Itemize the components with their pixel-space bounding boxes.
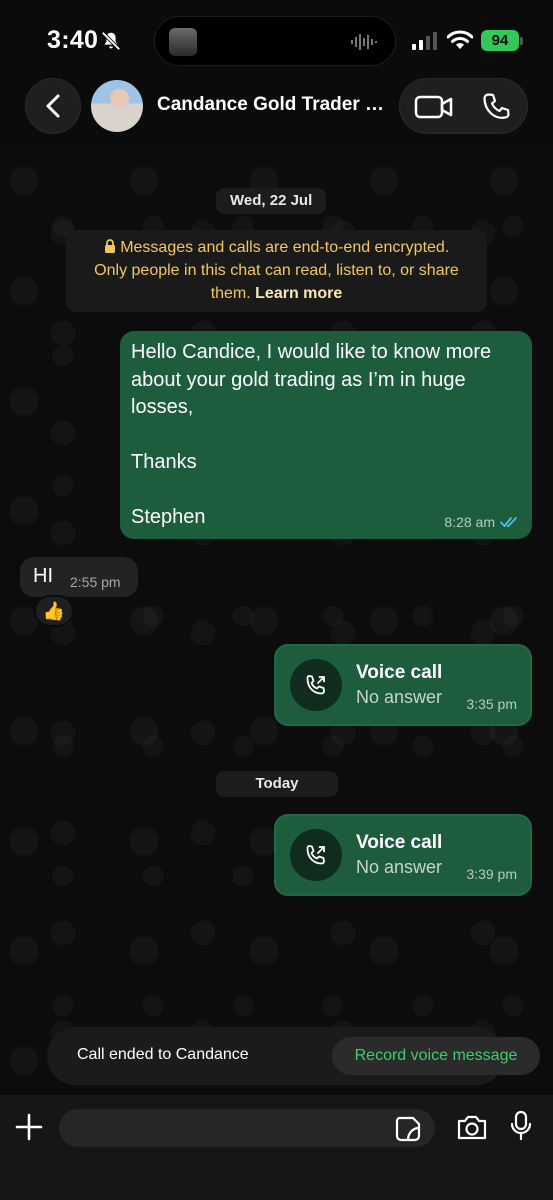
encryption-notice-line3: them. Learn more — [66, 282, 487, 305]
call-title: Voice call — [356, 832, 443, 853]
microphone-button[interactable] — [509, 1110, 533, 1142]
thumbs-up-reaction: 👍 — [42, 600, 66, 621]
date-separator-label: Wed, 22 Jul — [230, 192, 313, 209]
audio-waveform-icon — [351, 34, 377, 50]
message-reaction[interactable]: 👍 — [34, 595, 74, 627]
composer-bar — [0, 1095, 553, 1200]
call-icon-badge — [290, 829, 342, 881]
message-time: 2:55 pm — [70, 574, 121, 590]
record-voice-message-label: Record voice message — [354, 1047, 518, 1064]
chevron-left-icon — [46, 94, 60, 118]
bell-off-icon — [101, 31, 121, 51]
call-status: No answer — [356, 687, 443, 707]
contact-avatar[interactable] — [91, 80, 143, 132]
voice-call-message[interactable]: Voice call No answer 3:35 pm — [274, 644, 532, 726]
call-time: 3:39 pm — [466, 866, 517, 882]
call-title: Voice call — [356, 662, 443, 683]
battery-tip — [520, 37, 523, 45]
attach-button[interactable] — [14, 1112, 44, 1142]
voice-call-message[interactable]: Voice call No answer 3:39 pm — [274, 814, 532, 896]
call-actions — [399, 78, 528, 134]
encryption-text-1: Messages and calls are end-to-end encryp… — [120, 239, 450, 256]
outgoing-message[interactable]: Hello Candice, I would like to know more… — [120, 331, 532, 539]
call-ended-toast: Call ended to Candance Record voice mess… — [47, 1027, 540, 1085]
date-separator: Wed, 22 Jul — [216, 188, 327, 214]
message-meta: 8:28 am — [444, 514, 520, 530]
read-receipt-icon — [500, 517, 517, 528]
signal-strength-icon — [412, 32, 437, 50]
date-separator: Today — [216, 771, 338, 797]
record-voice-message-button[interactable]: Record voice message — [332, 1037, 540, 1075]
status-time: 3:40 — [47, 26, 99, 54]
encryption-text-3: them. — [210, 285, 251, 302]
camera-button[interactable] — [456, 1113, 488, 1141]
battery-indicator: 94 — [481, 30, 519, 51]
video-call-button[interactable] — [414, 92, 454, 122]
contact-name[interactable]: Candance Gold Trader J... — [157, 94, 387, 116]
date-separator-label: Today — [255, 775, 299, 792]
now-playing-artwork — [169, 28, 197, 56]
call-time: 3:35 pm — [466, 696, 517, 712]
voice-call-button[interactable] — [482, 92, 512, 122]
toast-message: Call ended to Candance — [77, 1046, 249, 1063]
dynamic-island — [154, 16, 396, 66]
message-text: Hello Candice, I would like to know more… — [131, 341, 492, 528]
learn-more-link[interactable]: Learn more — [255, 285, 342, 302]
back-button[interactable] — [25, 78, 81, 134]
message-text: HI — [33, 565, 53, 587]
lock-icon — [104, 239, 115, 253]
outgoing-call-icon — [306, 845, 325, 865]
outgoing-call-icon — [306, 675, 325, 695]
status-bar: 3:40 94 — [0, 0, 553, 78]
encryption-notice-line1: Messages and calls are end-to-end encryp… — [66, 236, 487, 259]
call-status: No answer — [356, 857, 443, 877]
message-time: 8:28 am — [444, 514, 495, 530]
sticker-button[interactable] — [395, 1116, 421, 1142]
battery-level: 94 — [491, 32, 509, 49]
encryption-notice[interactable]: Messages and calls are end-to-end encryp… — [66, 230, 487, 312]
chat-header: Candance Gold Trader J... — [0, 78, 553, 148]
wifi-icon — [447, 30, 473, 49]
message-input[interactable] — [59, 1109, 435, 1147]
call-icon-badge — [290, 659, 342, 711]
encryption-text-2: Only people in this chat can read, liste… — [94, 262, 459, 279]
incoming-message[interactable]: HI 2:55 pm — [20, 557, 138, 597]
